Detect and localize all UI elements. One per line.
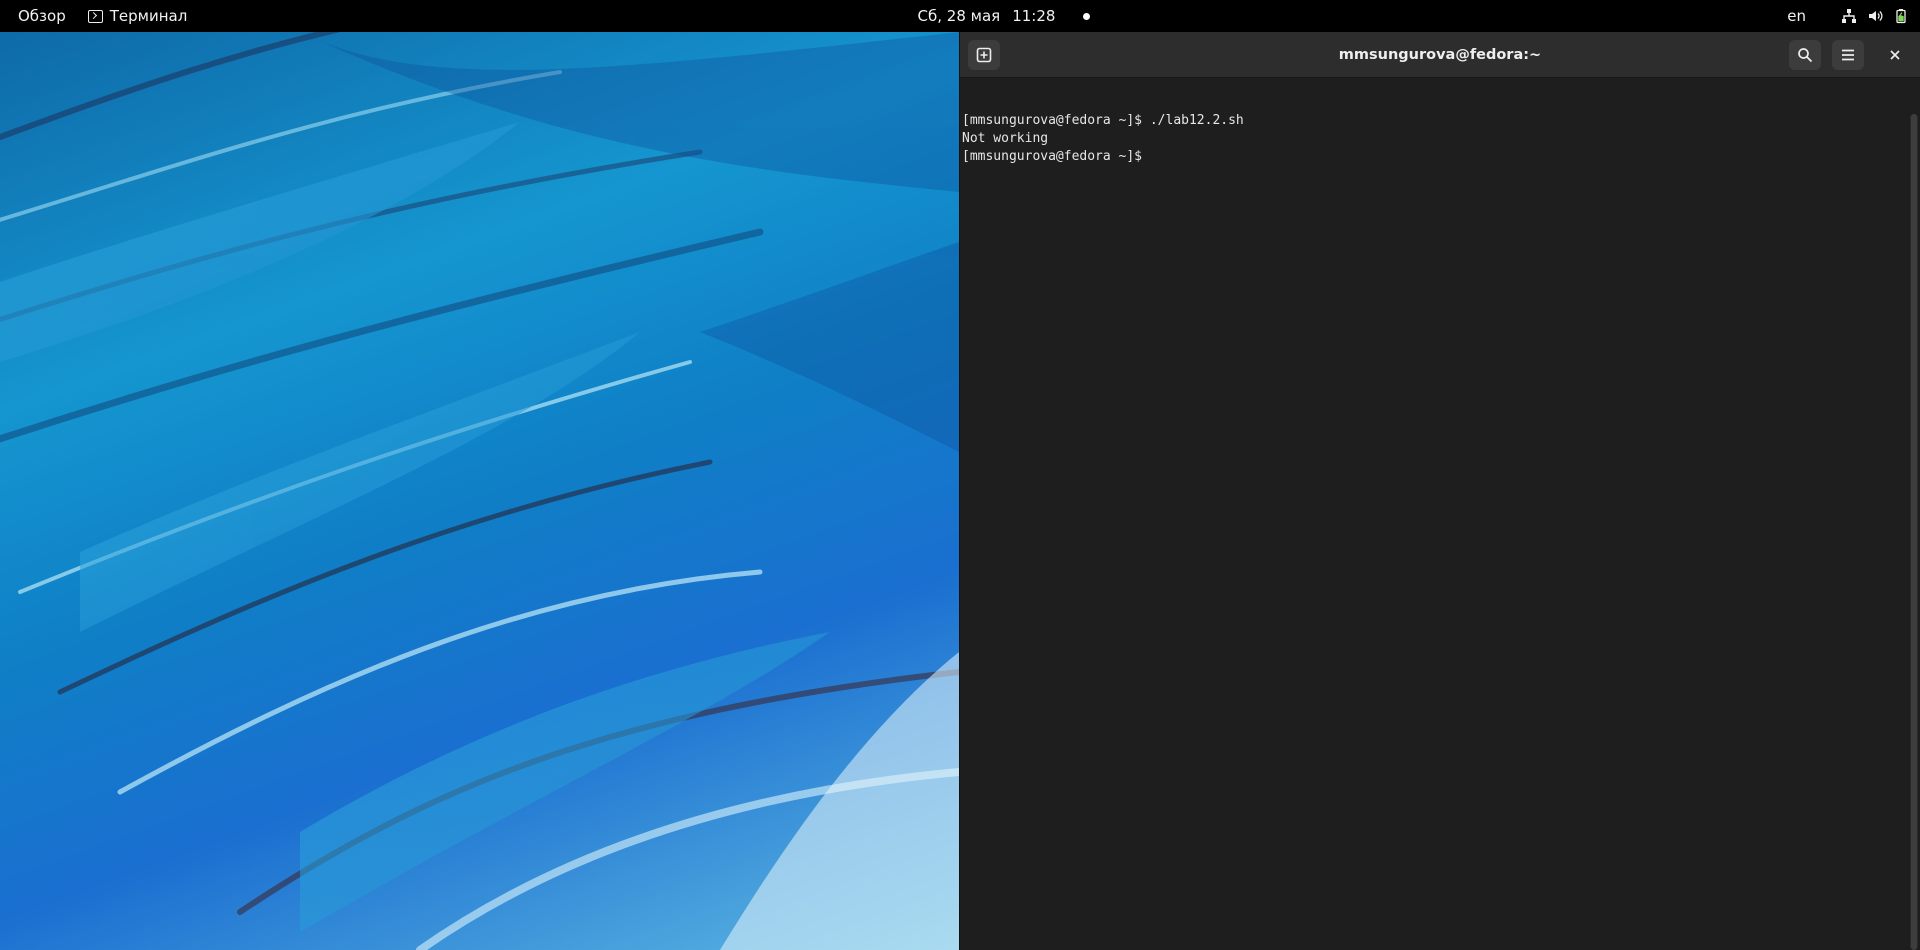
app-menu-button[interactable]: Терминал	[78, 0, 200, 32]
desktop-wallpaper	[0, 32, 959, 950]
terminal-window[interactable]: mmsungurova@fedora:~ [mmsungurova@fedora…	[959, 32, 1920, 950]
clock: Сб, 28 мая 11:28	[0, 0, 1920, 32]
close-button[interactable]	[1879, 40, 1911, 70]
clock-time: 11:28	[1012, 7, 1056, 25]
main-menu-button[interactable]	[1832, 40, 1864, 70]
keyboard-layout-label: en	[1787, 7, 1806, 25]
app-menu-label: Терминал	[109, 7, 188, 25]
activities-button[interactable]: Обзор	[6, 0, 78, 32]
top-bar: Обзор Терминал Сб, 28 мая 11:28 en	[0, 0, 1920, 32]
terminal-headerbar[interactable]: mmsungurova@fedora:~	[960, 32, 1920, 78]
system-tray: en	[1781, 0, 1920, 32]
clock-date: Сб, 28 мая	[917, 7, 1001, 25]
notification-dot-icon	[1083, 12, 1091, 20]
terminal-line: [mmsungurova@fedora ~]$ ./lab12.2.sh	[962, 113, 1244, 128]
search-button[interactable]	[1789, 40, 1821, 70]
battery-charging-icon	[1888, 0, 1914, 32]
terminal-scrollbar[interactable]	[1910, 114, 1918, 950]
new-tab-icon	[976, 47, 992, 63]
search-icon	[1798, 48, 1813, 63]
new-tab-button[interactable]	[968, 40, 1000, 70]
marbled-wallpaper-image	[0, 32, 959, 950]
close-icon	[1890, 50, 1900, 60]
activities-label: Обзор	[18, 7, 66, 25]
terminal-output[interactable]: [mmsungurova@fedora ~]$ ./lab12.2.sh Not…	[960, 79, 1908, 950]
network-wired-icon	[1836, 0, 1862, 32]
window-title: mmsungurova@fedora:~	[1338, 47, 1542, 63]
volume-icon	[1862, 0, 1888, 32]
scrollbar-thumb[interactable]	[1911, 114, 1917, 950]
terminal-prompt-line: [mmsungurova@fedora ~]$	[962, 149, 1150, 164]
keyboard-layout-button[interactable]: en	[1781, 0, 1812, 32]
terminal-app-icon	[87, 9, 103, 23]
date-time-button[interactable]: Сб, 28 мая 11:28	[912, 0, 1097, 32]
terminal-line: Not working	[962, 131, 1049, 146]
hamburger-menu-icon	[1842, 49, 1854, 61]
system-menu-button[interactable]	[1836, 0, 1920, 32]
